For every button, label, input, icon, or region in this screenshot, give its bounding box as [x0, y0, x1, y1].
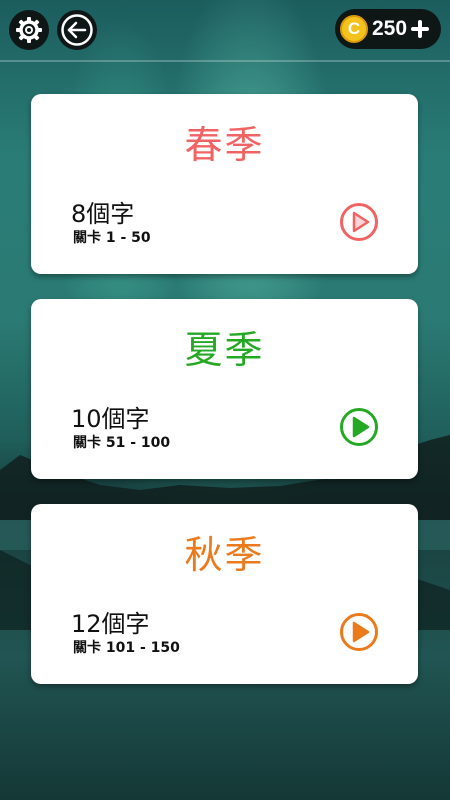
- season-card-summer[interactable]: 夏季 10個字 關卡 51 - 100: [31, 299, 418, 479]
- season-title: 春季: [184, 123, 265, 167]
- word-count: 12個字: [71, 610, 150, 638]
- back-arrow-icon: [61, 14, 93, 46]
- play-icon[interactable]: [339, 202, 379, 242]
- coin-balance: 250: [372, 17, 408, 40]
- play-icon[interactable]: [339, 612, 379, 652]
- season-title: 夏季: [184, 328, 265, 372]
- level-range: 關卡 1 - 50: [73, 230, 151, 246]
- gear-icon: [16, 17, 42, 43]
- level-range: 關卡 51 - 100: [73, 435, 171, 451]
- play-icon[interactable]: [339, 407, 379, 447]
- plus-icon: [411, 20, 430, 38]
- season-card-autumn[interactable]: 秋季 12個字 關卡 101 - 150: [31, 504, 418, 684]
- top-bar-divider: [0, 60, 450, 62]
- coin-balance-button[interactable]: C 250: [335, 9, 441, 49]
- settings-button[interactable]: [9, 10, 49, 50]
- season-card-spring[interactable]: 春季 8個字 關卡 1 - 50: [31, 94, 418, 274]
- season-title: 秋季: [184, 533, 265, 577]
- word-count: 8個字: [71, 200, 135, 228]
- coin-icon: C: [340, 15, 368, 43]
- level-range: 關卡 101 - 150: [73, 640, 180, 656]
- word-count: 10個字: [71, 405, 150, 433]
- top-bar: C 250: [0, 0, 450, 60]
- back-button[interactable]: [57, 10, 97, 50]
